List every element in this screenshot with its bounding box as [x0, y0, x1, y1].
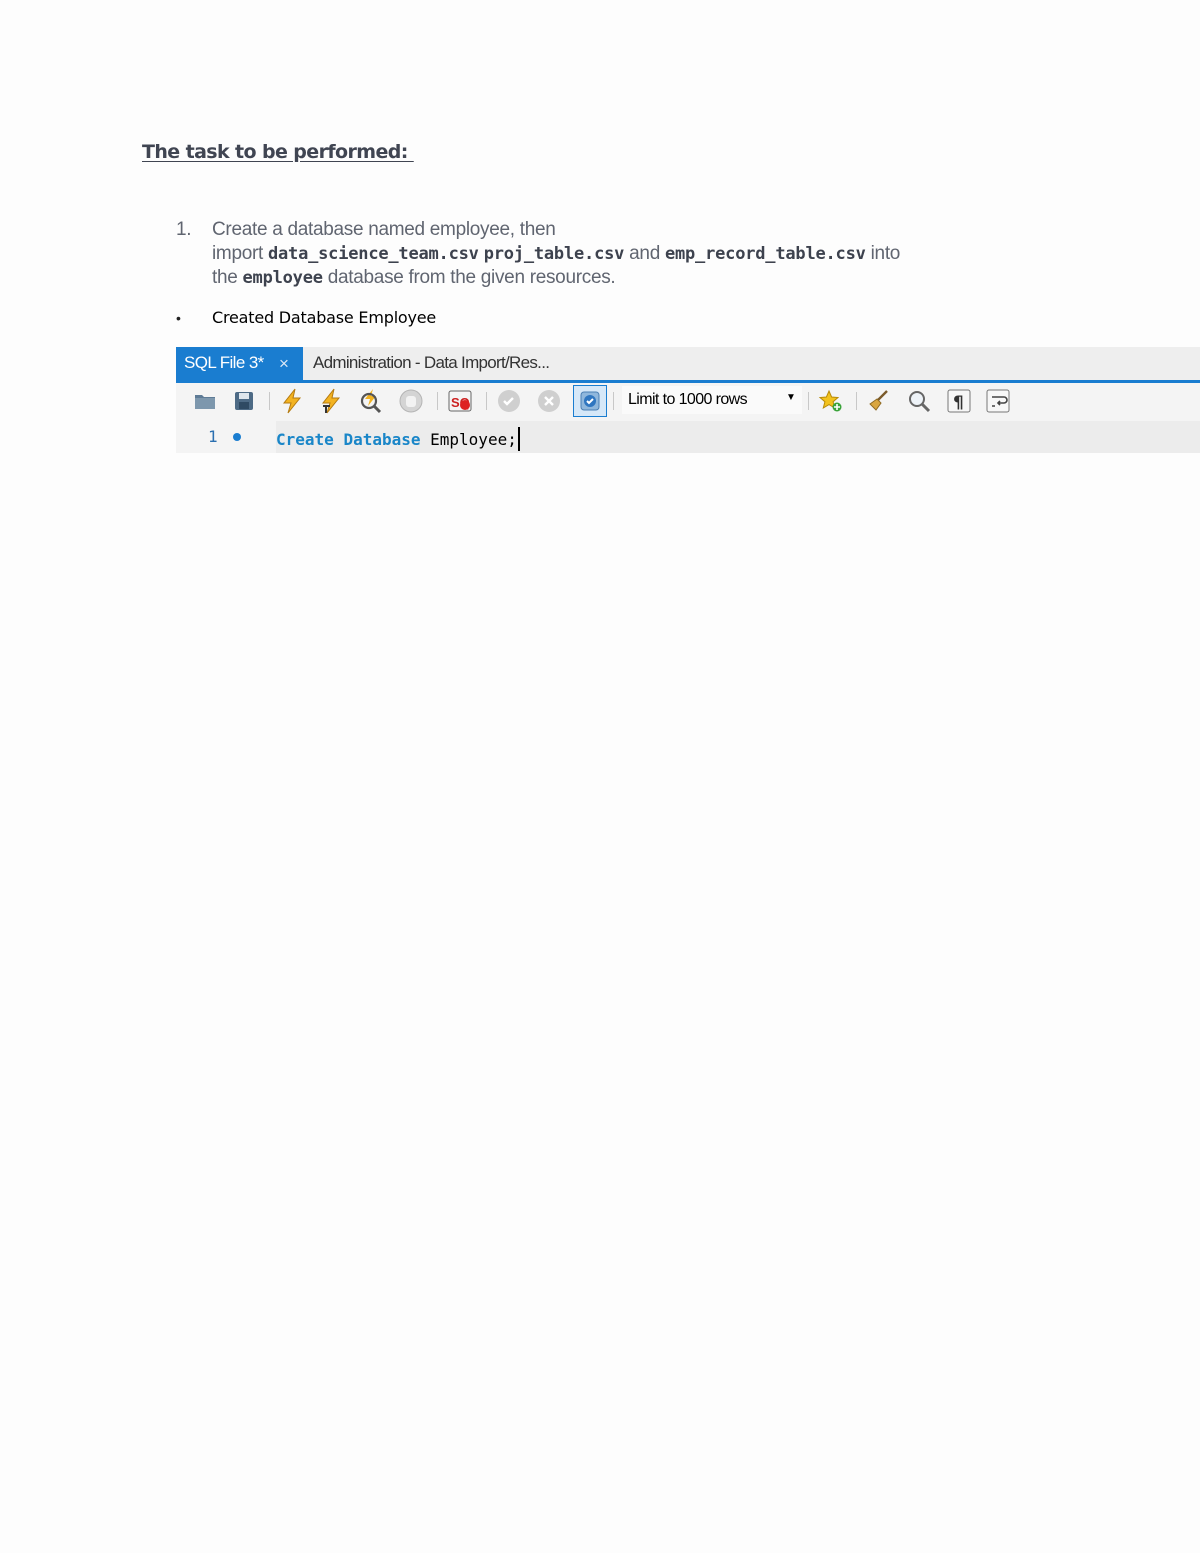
- sql-statement: Create Database Employee;: [276, 427, 520, 451]
- sql-keyword-create: Create: [276, 430, 334, 449]
- editor-tab-bar: SQL File 3* × Administration - Data Impo…: [176, 347, 1200, 383]
- database-name: employee: [242, 268, 323, 288]
- line-number: 1: [208, 427, 218, 446]
- save-icon[interactable]: [230, 387, 258, 415]
- beautify-broom-icon[interactable]: [865, 387, 893, 415]
- file-name-emp-record-table: emp_record_table.csv: [664, 244, 866, 264]
- sql-editor[interactable]: 1 Create Database Employee;: [176, 421, 1200, 453]
- commit-check-icon[interactable]: [495, 387, 523, 415]
- task-line-2-prefix: import: [212, 243, 268, 264]
- toolbar-separator: [856, 392, 857, 410]
- sql-editor-toolbar: SQ Limit to 1000 rows ▼ ¶: [176, 383, 1200, 421]
- toolbar-separator: [437, 392, 438, 410]
- invisible-chars-pilcrow-icon[interactable]: ¶: [945, 387, 973, 415]
- sql-keyword-database: Database: [343, 430, 421, 449]
- task-line-1: Create a database named employee, then: [212, 219, 556, 240]
- explain-magnifier-icon[interactable]: [357, 387, 385, 415]
- tab-administration-data-import[interactable]: Administration - Data Import/Res...: [313, 353, 550, 373]
- toolbar-separator: [808, 392, 809, 410]
- open-folder-icon[interactable]: [191, 387, 219, 415]
- execute-lightning-icon[interactable]: [278, 387, 306, 415]
- task-text: Create a database named employee, then i…: [212, 218, 900, 290]
- find-magnifier-icon[interactable]: [905, 387, 933, 415]
- toolbar-separator: [613, 392, 614, 410]
- execute-current-lightning-icon[interactable]: [317, 387, 345, 415]
- sql-terminator: ;: [507, 430, 517, 449]
- close-icon[interactable]: ×: [279, 354, 289, 374]
- add-snippet-star-icon[interactable]: [817, 387, 845, 415]
- sql-identifier: Employee: [430, 430, 508, 449]
- text-caret: [517, 427, 520, 451]
- task-line-3-suffix: database from the given resources.: [322, 267, 616, 288]
- file-name-proj-table: proj_table.csv: [483, 244, 625, 264]
- task-and: and: [624, 243, 665, 264]
- bullet-text: Created Database Employee: [212, 308, 437, 327]
- limit-rows-value: Limit to 1000 rows: [628, 391, 748, 408]
- auto-commit-toggle-icon[interactable]: [573, 385, 607, 417]
- toolbar-separator: [486, 392, 487, 410]
- file-name-data-science-team: data_science_team.csv: [267, 244, 479, 264]
- task-line-2-suffix: into: [865, 243, 901, 264]
- task-line-3-prefix: the: [212, 267, 243, 288]
- tab-sql-file-3-label: SQL File 3*: [184, 353, 264, 372]
- statement-marker-icon: [233, 433, 241, 441]
- word-wrap-icon[interactable]: [984, 387, 1012, 415]
- toolbar-separator: [269, 392, 270, 410]
- limit-rows-select[interactable]: Limit to 1000 rows ▼: [622, 386, 802, 414]
- toggle-stop-on-error-icon[interactable]: SQ: [446, 387, 474, 415]
- list-number: 1.: [176, 219, 192, 240]
- tab-sql-file-3[interactable]: SQL File 3* ×: [176, 347, 303, 380]
- bullet-glyph: •: [176, 310, 181, 326]
- chevron-down-icon: ▼: [786, 392, 796, 403]
- workbench-screenshot: SQL File 3* × Administration - Data Impo…: [176, 347, 1200, 453]
- code-line[interactable]: Create Database Employee;: [276, 421, 1200, 453]
- rollback-x-icon[interactable]: [535, 387, 563, 415]
- stop-hand-icon[interactable]: [397, 387, 425, 415]
- page-heading: The task to be performed:: [142, 141, 414, 163]
- svg-text:¶: ¶: [953, 393, 964, 413]
